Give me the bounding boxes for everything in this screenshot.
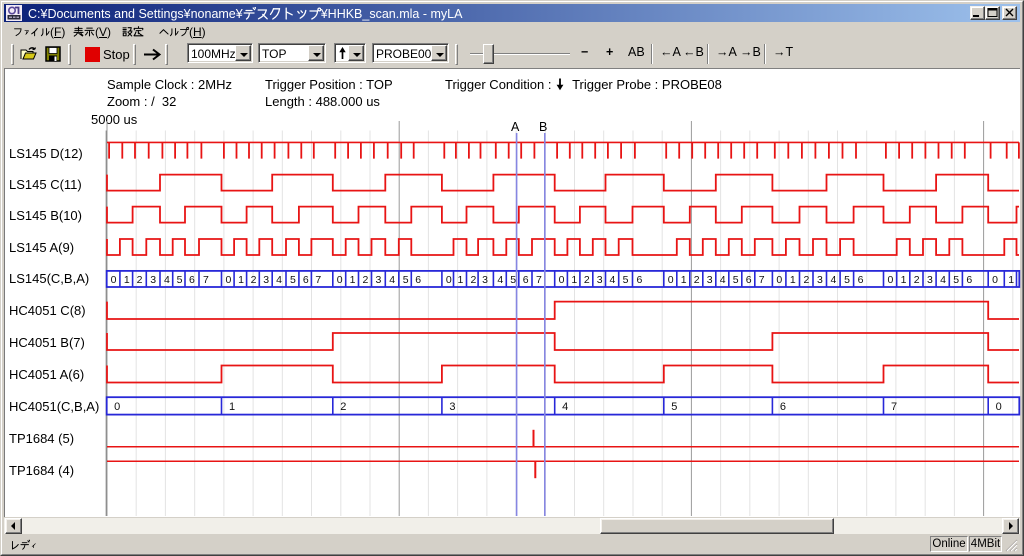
svg-text:5: 5 [671, 401, 677, 413]
svg-text:6: 6 [415, 274, 421, 286]
svg-text:6: 6 [189, 274, 195, 286]
svg-text:4: 4 [276, 274, 282, 286]
svg-text:7: 7 [891, 401, 897, 413]
svg-text:5: 5 [403, 274, 409, 286]
svg-text:5: 5 [953, 274, 959, 286]
svg-text:3: 3 [263, 274, 269, 286]
svg-text:0: 0 [996, 401, 1002, 413]
svg-text:5: 5 [510, 274, 516, 286]
svg-text:6: 6 [858, 274, 864, 286]
svg-text:6: 6 [636, 274, 642, 286]
svg-text:2: 2 [251, 274, 257, 286]
svg-text:3: 3 [375, 274, 381, 286]
svg-text:2: 2 [803, 274, 809, 286]
svg-text:3: 3 [150, 274, 156, 286]
svg-text:5: 5 [844, 274, 850, 286]
svg-text:1: 1 [457, 274, 463, 286]
svg-text:0: 0 [992, 274, 998, 286]
svg-text:2: 2 [340, 401, 346, 413]
svg-text:0: 0 [446, 274, 452, 286]
svg-text:1: 1 [1008, 274, 1014, 286]
svg-text:3: 3 [482, 274, 488, 286]
svg-text:0: 0 [111, 274, 117, 286]
svg-text:0: 0 [776, 274, 782, 286]
svg-text:6: 6 [780, 401, 786, 413]
svg-text:4: 4 [830, 274, 836, 286]
svg-text:6: 6 [303, 274, 309, 286]
svg-text:0: 0 [114, 401, 120, 413]
svg-text:0: 0 [668, 274, 674, 286]
svg-text:0: 0 [887, 274, 893, 286]
svg-text:6: 6 [523, 274, 529, 286]
svg-text:3: 3 [927, 274, 933, 286]
svg-text:2: 2 [584, 274, 590, 286]
svg-text:7: 7 [315, 274, 321, 286]
svg-text:4: 4 [562, 401, 568, 413]
svg-text:7: 7 [759, 274, 765, 286]
svg-text:7: 7 [203, 274, 209, 286]
svg-text:0: 0 [225, 274, 231, 286]
svg-text:2: 2 [914, 274, 920, 286]
svg-text:2: 2 [362, 274, 368, 286]
svg-text:3: 3 [817, 274, 823, 286]
svg-text:1: 1 [350, 274, 356, 286]
svg-text:4: 4 [609, 274, 615, 286]
svg-text:1: 1 [238, 274, 244, 286]
svg-text:2: 2 [137, 274, 143, 286]
svg-text:3: 3 [449, 401, 455, 413]
svg-text:1: 1 [124, 274, 130, 286]
svg-text:1: 1 [571, 274, 577, 286]
svg-text:3: 3 [597, 274, 603, 286]
svg-text:1: 1 [790, 274, 796, 286]
svg-text:5: 5 [290, 274, 296, 286]
svg-text:4: 4 [389, 274, 395, 286]
svg-text:7: 7 [536, 274, 542, 286]
svg-text:4: 4 [164, 274, 170, 286]
svg-text:4: 4 [497, 274, 503, 286]
svg-text:2: 2 [694, 274, 700, 286]
svg-text:6: 6 [746, 274, 752, 286]
svg-text:1: 1 [229, 401, 235, 413]
svg-text:1: 1 [681, 274, 687, 286]
svg-text:4: 4 [720, 274, 726, 286]
svg-text:5: 5 [177, 274, 183, 286]
svg-text:2: 2 [470, 274, 476, 286]
svg-text:4: 4 [940, 274, 946, 286]
svg-text:0: 0 [559, 274, 565, 286]
svg-text:3: 3 [707, 274, 713, 286]
svg-text:0: 0 [337, 274, 343, 286]
svg-text:6: 6 [966, 274, 972, 286]
svg-text:5: 5 [733, 274, 739, 286]
svg-text:1: 1 [901, 274, 907, 286]
svg-text:5: 5 [623, 274, 629, 286]
